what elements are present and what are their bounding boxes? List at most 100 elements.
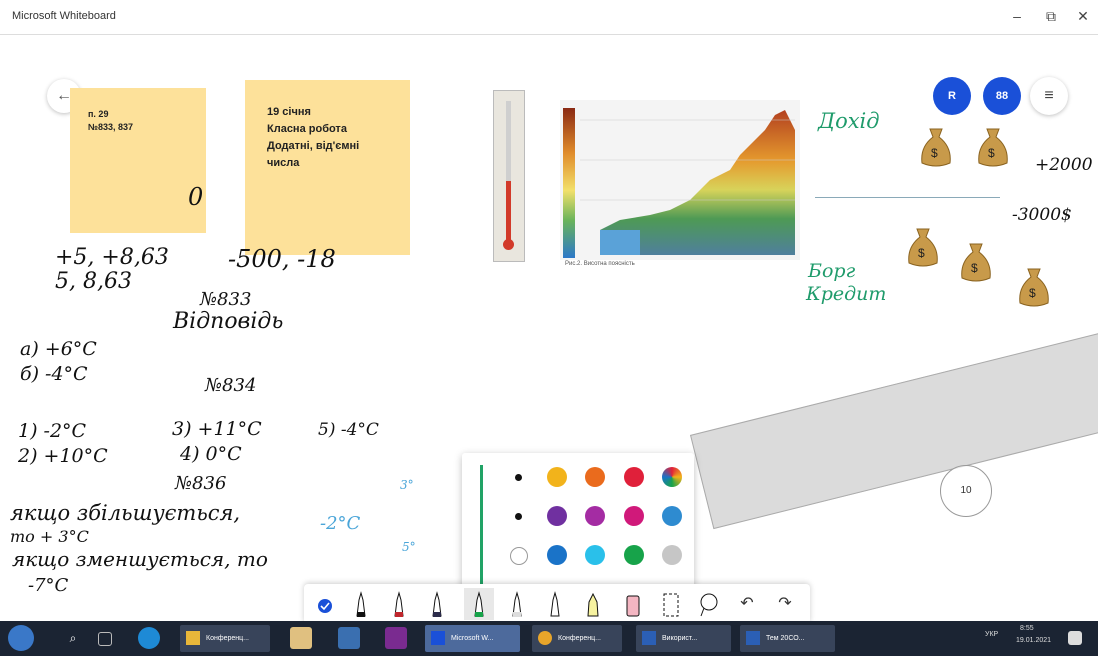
clock-date[interactable]: 19.01.2021 (1016, 637, 1051, 644)
ink-text[interactable]: №836 (175, 473, 226, 494)
money-bag-icon[interactable]: $ (918, 125, 954, 169)
money-bag-icon[interactable]: $ (975, 125, 1011, 169)
ink-text[interactable]: а) +6°C (20, 338, 97, 360)
edge-icon[interactable] (138, 627, 160, 649)
pen-green-icon[interactable] (464, 588, 494, 620)
highlighter-icon[interactable] (578, 588, 608, 620)
ink-text[interactable]: 5, 8,63 (55, 269, 132, 294)
taskbar-item[interactable]: Тем 20СО... (740, 625, 835, 652)
ink-text[interactable]: якщо збільшується, (10, 501, 240, 525)
ruler-tool[interactable] (690, 328, 1098, 530)
color-swatch[interactable] (514, 473, 522, 481)
start-button[interactable] (8, 625, 34, 651)
pen-dark-icon[interactable] (422, 588, 452, 620)
svg-text:$: $ (1029, 286, 1036, 300)
minimize-button[interactable]: – (1006, 6, 1028, 26)
close-button[interactable]: ✕ (1072, 6, 1094, 26)
task-view-icon[interactable] (98, 632, 112, 646)
ink-text[interactable]: якщо зменшується, то (12, 547, 268, 571)
word-icon (642, 631, 656, 646)
ink-text[interactable]: 1) -2°C (18, 420, 86, 442)
sticky-note-lesson[interactable]: 19 січня Класна робота Додатні, від'ємні… (245, 80, 410, 255)
divider-line (815, 197, 1000, 198)
ink-text[interactable]: то + 3°C (10, 527, 89, 546)
sticky-note-homework[interactable]: п. 29 №833, 837 (70, 88, 206, 233)
search-icon[interactable]: ⌕ (62, 627, 84, 649)
sticky-line: Додатні, від'ємні (267, 140, 360, 152)
svg-text:$: $ (918, 246, 925, 260)
mail-icon[interactable] (338, 627, 360, 649)
ink-text[interactable]: Відповідь (173, 309, 283, 334)
taskbar-item[interactable]: Конференц... (532, 625, 622, 652)
select-icon[interactable] (656, 588, 686, 620)
ink-text[interactable]: 0 (188, 183, 203, 211)
eraser-icon[interactable] (618, 588, 648, 620)
share-button[interactable]: 88 (983, 77, 1021, 115)
ink-text[interactable]: Борг (808, 260, 855, 282)
color-swatch[interactable] (662, 545, 682, 565)
money-bag-icon[interactable]: $ (905, 225, 941, 269)
ink-text[interactable]: №834 (205, 375, 256, 396)
color-swatch[interactable] (547, 545, 567, 565)
color-swatch[interactable] (547, 506, 567, 526)
color-swatch[interactable] (624, 545, 644, 565)
color-swatch[interactable] (514, 512, 522, 520)
whiteboard-canvas[interactable]: ← п. 29 №833, 837 19 січня Класна робота… (0, 35, 1098, 621)
ruler-angle-knob[interactable]: 10 (940, 465, 992, 517)
check-circle-icon[interactable] (310, 588, 340, 620)
ink-text[interactable]: +2000 (1035, 155, 1093, 175)
ink-text[interactable]: 3° (400, 478, 414, 492)
color-swatch[interactable] (585, 467, 605, 487)
redo-icon[interactable]: ↷ (770, 588, 800, 620)
pen-gray-icon[interactable] (502, 588, 532, 620)
menu-button[interactable]: ≡ (1030, 77, 1068, 115)
ink-text[interactable]: б) -4°C (20, 363, 88, 385)
color-swatch[interactable] (624, 467, 644, 487)
taskbar-item-label: Конференц... (558, 635, 601, 642)
taskbar-item-label: Microsoft W... (451, 635, 494, 642)
pen-black-icon[interactable] (346, 588, 376, 620)
lasso-icon[interactable] (694, 588, 724, 620)
language-indicator[interactable]: УКР (985, 631, 998, 638)
ink-text[interactable]: 3) +11°C (172, 418, 262, 440)
ink-text[interactable]: -2°C (320, 513, 360, 534)
taskbar-item-active[interactable]: Microsoft W... (425, 625, 520, 652)
pen-red-icon[interactable] (384, 588, 414, 620)
ink-text[interactable]: 5° (402, 540, 416, 554)
ink-text[interactable]: 4) 0°C (180, 443, 242, 465)
altitude-chart-image[interactable]: Рис.2. Висотна поясність (560, 100, 800, 267)
ink-text[interactable]: -7°C (28, 575, 68, 596)
ink-text[interactable]: -3000$ (1012, 205, 1072, 225)
taskbar-item[interactable]: Використ... (636, 625, 731, 652)
taskbar-item[interactable]: Конференц... (180, 625, 270, 652)
ink-text[interactable]: 5) -4°C (318, 420, 379, 440)
taskbar-item-label: Тем 20СО... (766, 635, 805, 642)
chart-caption: Рис.2. Висотна поясність (565, 261, 635, 267)
undo-icon[interactable]: ↶ (732, 588, 762, 620)
app-icon[interactable] (385, 627, 407, 649)
color-swatch[interactable] (624, 506, 644, 526)
ink-text[interactable]: 2) +10°C (18, 445, 108, 467)
folder-icon (186, 631, 200, 646)
color-swatch[interactable] (547, 467, 567, 487)
maximize-button[interactable]: ⧉ (1040, 6, 1062, 26)
color-swatch[interactable] (662, 467, 682, 487)
notification-icon[interactable] (1068, 631, 1082, 645)
color-swatch[interactable] (585, 545, 605, 565)
money-bag-icon[interactable]: $ (958, 240, 994, 284)
ink-text[interactable]: -500, -18 (228, 245, 336, 273)
clock-time[interactable]: 8:55 (1020, 625, 1034, 632)
user-button[interactable]: R (933, 77, 971, 115)
pen-outline-icon[interactable] (540, 588, 570, 620)
ink-text[interactable]: Дохід (818, 109, 880, 133)
ink-text[interactable]: +5, +8,63 (55, 245, 169, 270)
svg-text:$: $ (988, 146, 995, 160)
money-bag-icon[interactable]: $ (1016, 265, 1052, 309)
thermometer-image[interactable] (493, 90, 525, 262)
ink-text[interactable]: №833 (200, 289, 251, 310)
store-icon[interactable] (290, 627, 312, 649)
color-swatch[interactable] (662, 506, 682, 526)
ink-text[interactable]: Кредит (806, 283, 886, 305)
color-swatch[interactable] (510, 547, 528, 565)
color-swatch[interactable] (585, 506, 605, 526)
